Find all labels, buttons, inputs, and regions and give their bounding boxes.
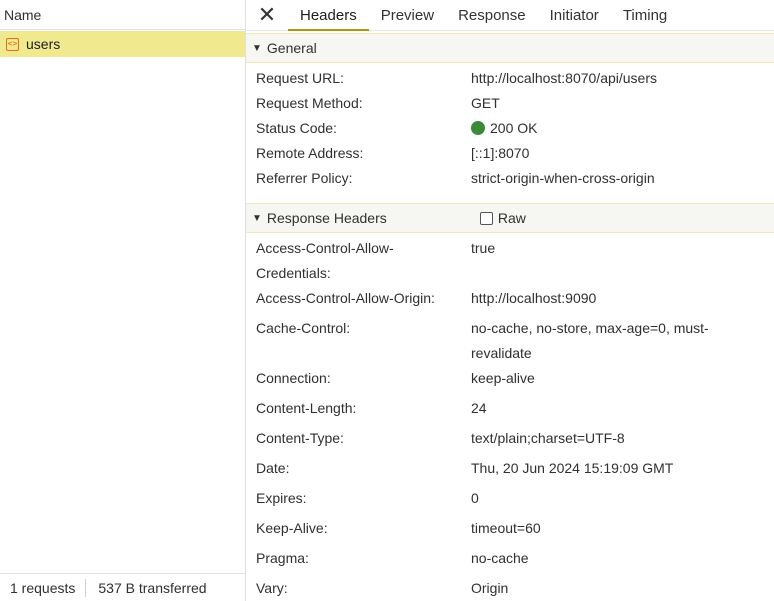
header-value: timeout=60 bbox=[471, 520, 541, 536]
xhr-icon: <> bbox=[6, 37, 19, 51]
header-value: text/plain;charset=UTF-8 bbox=[471, 430, 625, 446]
expand-triangle-icon: ▼ bbox=[252, 42, 262, 54]
general-key: Request URL: bbox=[256, 70, 344, 86]
header-value: keep-alive bbox=[471, 370, 535, 386]
tab-response[interactable]: Response bbox=[446, 0, 538, 30]
header-key: Access-Control-Allow- bbox=[256, 240, 394, 256]
raw-label: Raw bbox=[497, 210, 526, 226]
name-column-header[interactable]: Name bbox=[0, 0, 245, 30]
request-row-users[interactable]: <> users bbox=[0, 31, 245, 57]
request-name: users bbox=[26, 36, 61, 52]
header-value: 0 bbox=[471, 490, 479, 506]
tab-label: Initiator bbox=[549, 6, 599, 24]
header-value-cont: revalidate bbox=[471, 345, 532, 361]
expand-triangle-icon: ▼ bbox=[252, 212, 262, 224]
header-value: http://localhost:9090 bbox=[471, 290, 597, 306]
name-column-label: Name bbox=[4, 6, 42, 23]
status-bar: 1 requests 537 B transferred bbox=[0, 573, 245, 601]
tab-preview[interactable]: Preview bbox=[369, 0, 446, 30]
request-url-value: http://localhost:8070/api/users bbox=[471, 70, 658, 86]
tab-initiator[interactable]: Initiator bbox=[538, 0, 611, 30]
header-value: no-cache bbox=[471, 550, 529, 566]
response-headers-section: Access-Control-Allow- Credentials: true … bbox=[246, 233, 774, 601]
tab-timing[interactable]: Timing bbox=[611, 0, 679, 30]
general-section-header[interactable]: ▼ General bbox=[246, 33, 774, 63]
request-list-pane: Name <> users 1 requests 537 B transferr… bbox=[0, 0, 246, 601]
request-details-pane: ✕ Headers Preview Response Initiator Tim… bbox=[246, 0, 774, 601]
request-count: 1 requests bbox=[10, 579, 76, 596]
header-key: Content-Length: bbox=[256, 400, 357, 416]
referrer-policy-value: strict-origin-when-cross-origin bbox=[471, 170, 655, 186]
header-key: Pragma: bbox=[256, 550, 309, 566]
section-title: Response Headers bbox=[266, 210, 387, 226]
general-key: Status Code: bbox=[256, 120, 337, 136]
header-key: Access-Control-Allow-Origin: bbox=[256, 290, 435, 306]
general-key: Remote Address: bbox=[256, 145, 364, 161]
general-key: Request Method: bbox=[256, 95, 363, 111]
general-key: Referrer Policy: bbox=[256, 170, 353, 186]
tab-headers[interactable]: Headers bbox=[288, 0, 369, 31]
header-key-cont: Credentials: bbox=[256, 265, 331, 281]
header-value: 24 bbox=[471, 400, 487, 416]
remote-address-value: [::1]:8070 bbox=[471, 145, 530, 161]
tab-label: Preview bbox=[380, 6, 435, 24]
tab-label: Headers bbox=[300, 6, 357, 24]
raw-toggle[interactable]: Raw bbox=[479, 210, 526, 226]
details-tabbar: ✕ Headers Preview Response Initiator Tim… bbox=[246, 0, 774, 31]
tab-label: Timing bbox=[622, 6, 668, 24]
header-key: Expires: bbox=[256, 490, 307, 506]
header-value: no-cache, no-store, max-age=0, must- bbox=[471, 320, 709, 336]
general-section: Request URL: http://localhost:8070/api/u… bbox=[246, 63, 774, 203]
transferred-size: 537 B transferred bbox=[98, 579, 207, 596]
status-code-value: 200 OK bbox=[471, 116, 761, 141]
response-headers-section-header[interactable]: ▼ Response Headers Raw bbox=[246, 203, 774, 233]
header-key: Vary: bbox=[256, 580, 288, 596]
header-value: Thu, 20 Jun 2024 15:19:09 GMT bbox=[471, 460, 674, 476]
header-key: Date: bbox=[256, 460, 290, 476]
status-text: 200 OK bbox=[490, 120, 538, 136]
header-value: true bbox=[471, 240, 496, 256]
header-value: Origin bbox=[471, 580, 509, 596]
header-key: Cache-Control: bbox=[256, 320, 351, 336]
close-icon[interactable]: ✕ bbox=[246, 0, 288, 30]
header-key: Content-Type: bbox=[256, 430, 344, 446]
section-title: General bbox=[266, 40, 317, 56]
header-key: Connection: bbox=[256, 370, 331, 386]
request-method-value: GET bbox=[471, 95, 500, 111]
header-key: Keep-Alive: bbox=[256, 520, 328, 536]
status-ok-icon bbox=[471, 121, 485, 135]
raw-checkbox[interactable] bbox=[479, 211, 493, 225]
tab-label: Response bbox=[458, 6, 526, 24]
